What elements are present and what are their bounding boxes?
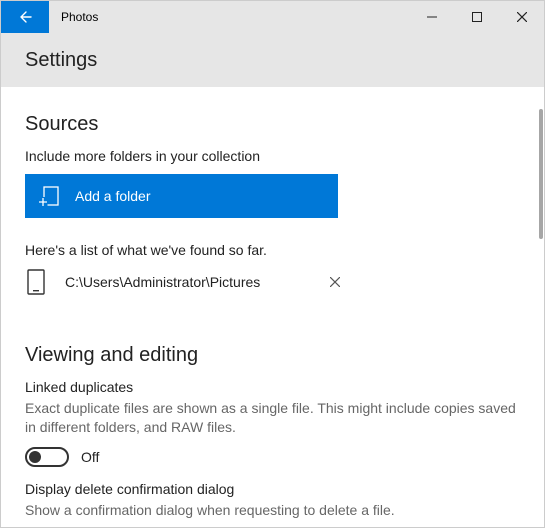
back-button[interactable] — [1, 1, 49, 33]
device-icon — [25, 268, 47, 296]
add-folder-button[interactable]: Add a folder — [25, 174, 338, 218]
arrow-left-icon — [17, 9, 33, 25]
content: Sources Include more folders in your col… — [1, 87, 544, 527]
linked-duplicates-toggle[interactable] — [25, 447, 69, 467]
add-folder-label: Add a folder — [75, 188, 151, 204]
app-title: Photos — [49, 1, 98, 33]
page-title: Settings — [25, 49, 97, 72]
toggle-knob — [29, 451, 41, 463]
delete-confirm-description: Show a confirmation dialog when requesti… — [25, 501, 520, 520]
page-header: Settings — [1, 33, 544, 87]
titlebar: Photos — [1, 1, 544, 33]
minimize-icon — [427, 12, 437, 22]
viewing-heading: Viewing and editing — [25, 344, 520, 367]
linked-duplicates-toggle-state: Off — [81, 449, 99, 465]
close-icon — [517, 12, 527, 22]
scrollbar[interactable] — [539, 109, 543, 239]
remove-folder-button[interactable] — [323, 270, 347, 294]
delete-confirm-label: Display delete confirmation dialog — [25, 481, 520, 497]
linked-duplicates-description: Exact duplicate files are shown as a sin… — [25, 399, 520, 437]
close-button[interactable] — [499, 1, 544, 33]
add-folder-icon — [37, 184, 61, 208]
maximize-icon — [472, 12, 482, 22]
found-so-far-label: Here's a list of what we've found so far… — [25, 242, 520, 258]
minimize-button[interactable] — [409, 1, 454, 33]
folder-row: C:\Users\Administrator\Pictures — [25, 268, 520, 296]
maximize-button[interactable] — [454, 1, 499, 33]
x-icon — [330, 277, 340, 287]
folder-path: C:\Users\Administrator\Pictures — [65, 274, 305, 290]
sources-heading: Sources — [25, 113, 520, 136]
linked-duplicates-label: Linked duplicates — [25, 379, 520, 395]
include-folders-label: Include more folders in your collection — [25, 148, 520, 164]
